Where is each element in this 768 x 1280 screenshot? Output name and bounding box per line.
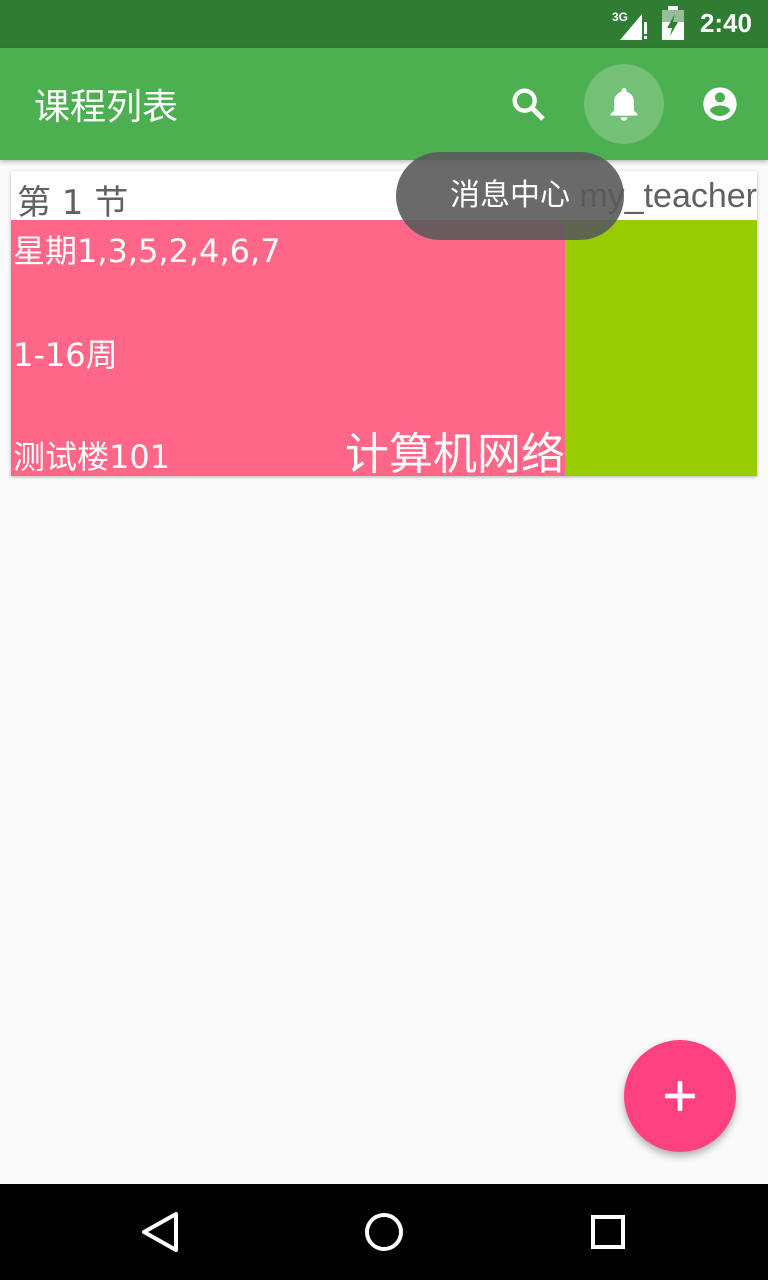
course-location: 测试楼101 [13,438,171,476]
tooltip: 消息中心 [396,152,624,240]
recents-button[interactable] [578,1202,638,1262]
recents-icon [591,1215,625,1249]
course-name: 计算机网络 [345,429,565,476]
course-weeks: 1-16周 [13,336,118,374]
plus-icon [665,1081,695,1111]
clock: 2:40 [699,8,752,38]
back-icon [142,1212,178,1252]
search-button[interactable] [488,64,568,144]
status-bar: 3G 2:40 [0,0,768,48]
svg-text:3G: 3G [612,10,628,24]
battery-icon [662,6,684,40]
course-card[interactable]: 第 1 节 my_teacher 星期1,3,5,2,4,6,7 1-16周 测… [11,171,757,476]
app-bar: 课程列表 [0,48,768,160]
navigation-bar [0,1184,768,1280]
search-icon [512,88,545,121]
notifications-button[interactable] [584,64,664,144]
back-button[interactable] [130,1202,190,1262]
page-title: 课程列表 [34,87,179,128]
card-header: 第 1 节 my_teacher [11,171,757,223]
course-days: 星期1,3,5,2,4,6,7 [13,232,281,270]
bell-icon [610,88,638,121]
course-block[interactable]: 星期1,3,5,2,4,6,7 1-16周 测试楼101 计算机网络 [11,220,565,476]
home-button[interactable] [354,1202,414,1262]
account-button[interactable] [680,64,760,144]
account-icon [703,87,737,121]
signal-icon: 3G [612,10,647,40]
course-color-block [565,220,757,476]
home-icon [365,1213,403,1251]
add-course-button[interactable] [624,1040,736,1152]
section-label: 第 1 节 [17,183,129,223]
